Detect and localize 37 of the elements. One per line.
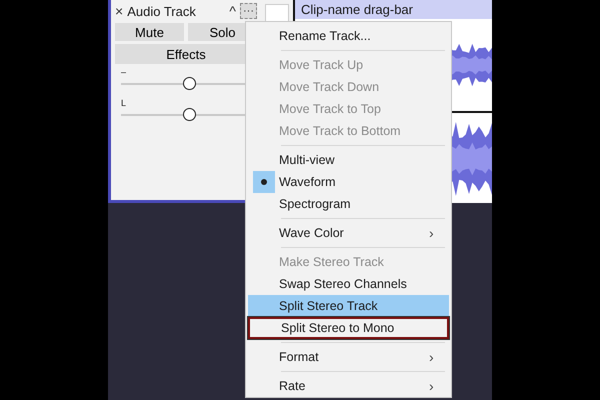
menu-item[interactable]: Multi-view bbox=[248, 149, 449, 171]
track-name[interactable]: Audio Track bbox=[127, 4, 226, 18]
menu-item-label: Split Stereo to Mono bbox=[281, 321, 396, 335]
menu-item-label: Split Stereo Track bbox=[279, 299, 379, 313]
slider-label: L bbox=[121, 98, 126, 108]
slider-thumb[interactable] bbox=[183, 77, 196, 90]
submenu-arrow: › bbox=[429, 349, 435, 365]
clip-name-bar[interactable]: Clip-name drag-bar bbox=[295, 0, 492, 19]
menu-item-label: Move Track to Bottom bbox=[279, 124, 402, 138]
menu-item[interactable]: Swap Stereo Channels bbox=[248, 273, 449, 295]
close-button[interactable]: × bbox=[115, 3, 124, 19]
menu-item-label: Move Track Up bbox=[279, 58, 364, 72]
menu-item-label: Move Track to Top bbox=[279, 102, 382, 116]
menu-item[interactable]: Rate › bbox=[248, 375, 449, 397]
menu-item[interactable]: Split Stereo to Mono bbox=[248, 317, 449, 339]
menu-item-label: Swap Stereo Channels bbox=[279, 277, 408, 291]
menu-item-label: Make Stereo Track bbox=[279, 255, 385, 269]
menu-item[interactable]: Spectrogram bbox=[248, 193, 449, 215]
menu-item-label: Waveform bbox=[279, 175, 336, 189]
menu-item[interactable]: Format › bbox=[248, 346, 449, 368]
menu-item-label: Wave Color bbox=[279, 226, 345, 240]
mute-button[interactable]: Mute bbox=[115, 23, 184, 41]
submenu-arrow: › bbox=[429, 225, 435, 241]
menu-item-label: Multi-view bbox=[279, 153, 336, 167]
menu-item-label: Spectrogram bbox=[279, 197, 352, 211]
menu-item[interactable]: Waveform bbox=[248, 171, 449, 193]
collapse-button[interactable]: ^ bbox=[229, 3, 236, 19]
submenu-arrow: › bbox=[429, 378, 435, 394]
menu-item[interactable]: Wave Color › bbox=[248, 222, 449, 244]
menu-item-label: Rename Track... bbox=[279, 29, 372, 43]
menu-item-label: Rate bbox=[279, 379, 306, 393]
menu-item-label: Format bbox=[279, 350, 320, 364]
slider-thumb[interactable] bbox=[183, 108, 196, 121]
track-menu-button[interactable]: ··· bbox=[240, 3, 257, 19]
slider-label: – bbox=[121, 67, 126, 77]
menu-item-label: Move Track Down bbox=[279, 80, 380, 94]
menu-item[interactable]: Split Stereo Track bbox=[248, 295, 449, 317]
